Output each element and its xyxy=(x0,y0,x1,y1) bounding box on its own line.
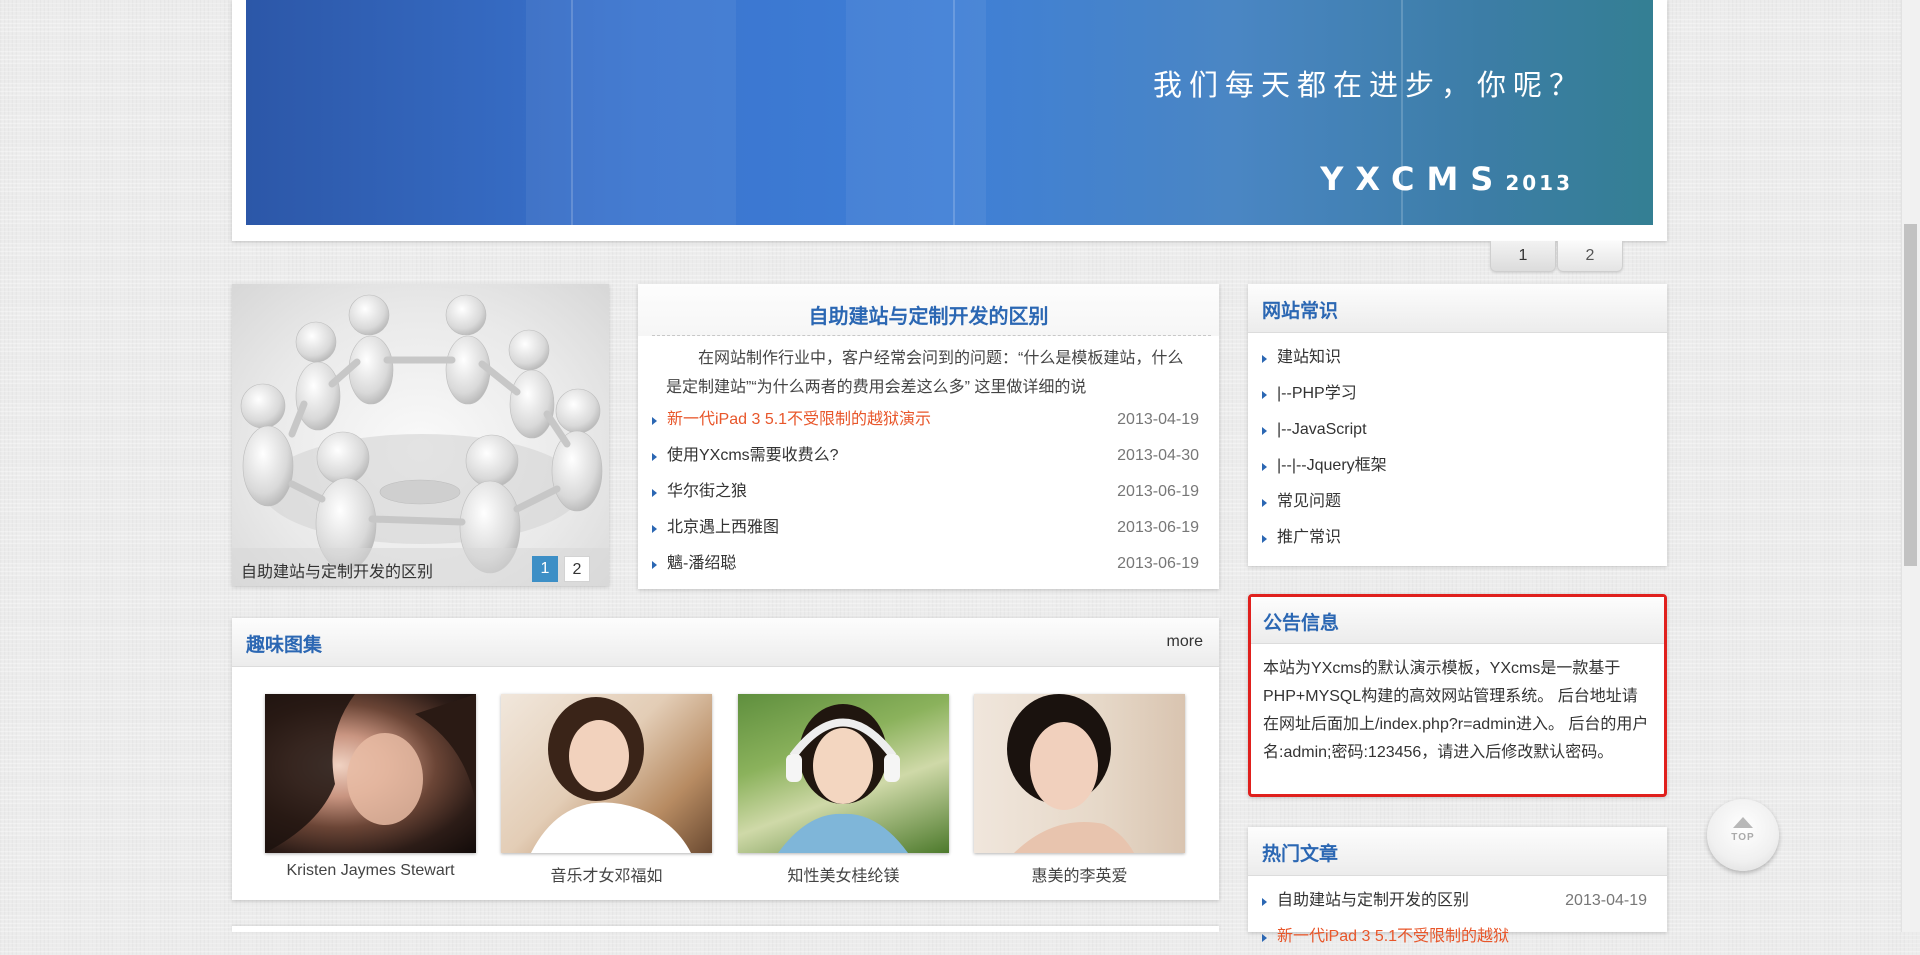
gallery-title: 趣味图集 xyxy=(246,635,323,656)
arrow-up-icon xyxy=(1733,817,1753,828)
banner-light-line xyxy=(571,0,573,225)
news-item-date: 2013-06-19 xyxy=(1117,555,1199,572)
scrollbar-thumb[interactable] xyxy=(1904,224,1917,566)
back-to-top-label: TOP xyxy=(1731,832,1755,843)
banner-brand: YXCMS2013 xyxy=(1320,160,1573,198)
bullet-arrow-icon xyxy=(1262,391,1267,399)
feature-caption-bar: 自助建站与定制开发的区别 1 2 xyxy=(232,548,609,586)
news-item-title[interactable]: 魑-潘绍聪 xyxy=(667,546,736,582)
bullet-arrow-icon xyxy=(652,525,657,533)
category-label[interactable]: 推广常识 xyxy=(1277,520,1341,556)
news-item-date: 2013-06-19 xyxy=(1117,483,1199,500)
banner-light-band xyxy=(846,0,986,225)
category-item[interactable]: |--JavaScript xyxy=(1262,412,1653,448)
category-item[interactable]: 推广常识 xyxy=(1262,520,1653,556)
bullet-arrow-icon xyxy=(652,453,657,461)
gallery-card: 趣味图集 more Kristen Jaymes Stewart 音乐才女邓福如… xyxy=(232,618,1219,900)
news-item-title[interactable]: 北京遇上西雅图 xyxy=(667,510,779,546)
news-item-title[interactable]: 使用YXcms需要收费么? xyxy=(667,438,839,474)
hot-article-item[interactable]: 自助建站与定制开发的区别 2013-04-19 xyxy=(1262,883,1647,919)
category-item[interactable]: 建站知识 xyxy=(1262,340,1653,376)
feature-page-1[interactable]: 1 xyxy=(532,556,558,582)
gallery-caption[interactable]: Kristen Jaymes Stewart xyxy=(265,862,476,880)
portrait-photo-4 xyxy=(1007,694,1134,853)
news-list-item[interactable]: 使用YXcms需要收费么? 2013-04-30 xyxy=(652,438,1199,474)
bullet-arrow-icon xyxy=(1262,463,1267,471)
banner-slide-tab-2[interactable]: 2 xyxy=(1557,241,1623,272)
bullet-arrow-icon xyxy=(1262,934,1267,942)
back-to-top-button[interactable]: TOP xyxy=(1707,799,1779,871)
category-label[interactable]: 常见问题 xyxy=(1277,484,1341,520)
banner-slogan: 我们每天都在进步，你呢？ xyxy=(1152,68,1585,102)
headline-news-card: 自助建站与定制开发的区别 在网站制作行业中，客户经常会问到的问题：“什么是模板建… xyxy=(638,284,1219,589)
notice-title: 公告信息 xyxy=(1263,613,1340,634)
gallery-photo[interactable] xyxy=(974,694,1185,853)
hot-articles-header: 热门文章 xyxy=(1248,827,1667,876)
news-list-item[interactable]: 华尔街之狼 2013-06-19 xyxy=(652,474,1199,510)
gallery-header: 趣味图集 more xyxy=(232,618,1219,667)
bullet-arrow-icon xyxy=(1262,898,1267,906)
bullet-arrow-icon xyxy=(652,561,657,569)
categories-title: 网站常识 xyxy=(1262,301,1339,322)
banner-light-line xyxy=(953,0,955,225)
categories-header: 网站常识 xyxy=(1248,284,1667,333)
bullet-arrow-icon xyxy=(1262,499,1267,507)
banner-light-band xyxy=(526,0,736,225)
category-item[interactable]: |--|--Jquery框架 xyxy=(1262,448,1653,484)
feature-page-2[interactable]: 2 xyxy=(564,556,590,582)
next-section-edge xyxy=(232,926,1219,932)
news-divider xyxy=(652,335,1211,336)
bullet-arrow-icon xyxy=(1262,355,1267,363)
hot-article-date: 2013-04-19 xyxy=(1565,892,1647,909)
notice-card: 公告信息 本站为YXcms的默认演示模板，YXcms是一款基于PHP+MYSQL… xyxy=(1248,594,1667,797)
news-item-date: 2013-04-30 xyxy=(1117,447,1199,464)
news-intro: 在网站制作行业中，客户经常会问到的问题：“什么是模板建站，什么是定制建站”“为什… xyxy=(666,350,1184,396)
category-label[interactable]: 建站知识 xyxy=(1277,340,1341,376)
gallery-photo[interactable] xyxy=(265,694,476,853)
news-item-title[interactable]: 新一代iPad 3 5.1不受限制的越狱演示 xyxy=(667,402,931,438)
category-label[interactable]: |--PHP学习 xyxy=(1277,376,1357,412)
category-item[interactable]: |--PHP学习 xyxy=(1262,376,1653,412)
people-circle-image xyxy=(240,294,603,574)
banner-brand-year: 2013 xyxy=(1505,171,1573,195)
bullet-arrow-icon xyxy=(652,417,657,425)
banner-slideshow[interactable]: 我们每天都在进步，你呢？ YXCMS2013 xyxy=(246,0,1653,225)
gallery-photo[interactable] xyxy=(501,694,712,853)
portrait-photo-3 xyxy=(778,704,908,853)
category-item[interactable]: 常见问题 xyxy=(1262,484,1653,520)
bullet-arrow-icon xyxy=(652,489,657,497)
news-item-date: 2013-06-19 xyxy=(1117,519,1199,536)
bullet-arrow-icon xyxy=(1262,427,1267,435)
hot-article-item[interactable]: 新一代iPad 3 5.1不受限制的越狱 xyxy=(1262,919,1647,955)
portrait-photo-1 xyxy=(265,694,476,853)
portrait-photo-2 xyxy=(531,697,691,853)
gallery-caption[interactable]: 音乐才女邓福如 xyxy=(501,862,712,886)
bullet-arrow-icon xyxy=(1262,535,1267,543)
hot-articles-card: 热门文章 自助建站与定制开发的区别 2013-04-19 新一代iPad 3 5… xyxy=(1248,827,1667,945)
hot-article-title[interactable]: 新一代iPad 3 5.1不受限制的越狱 xyxy=(1277,919,1509,955)
news-list-item[interactable]: 北京遇上西雅图 2013-06-19 xyxy=(652,510,1199,546)
categories-card: 网站常识 建站知识 |--PHP学习 |--JavaScript |--|--J… xyxy=(1248,284,1667,566)
hot-article-title[interactable]: 自助建站与定制开发的区别 xyxy=(1277,883,1469,919)
gallery-photo[interactable] xyxy=(738,694,949,853)
gallery-more-link[interactable]: more xyxy=(1167,633,1203,651)
notice-body: 本站为YXcms的默认演示模板，YXcms是一款基于PHP+MYSQL构建的高效… xyxy=(1263,660,1649,761)
gallery-caption[interactable]: 知性美女桂纶镁 xyxy=(738,862,949,886)
banner-slide-tab-1[interactable]: 1 xyxy=(1490,241,1556,272)
banner-brand-name: YXCMS xyxy=(1320,160,1506,198)
news-item-title[interactable]: 华尔街之狼 xyxy=(667,474,747,510)
news-list-item[interactable]: 新一代iPad 3 5.1不受限制的越狱演示 2013-04-19 xyxy=(652,402,1199,438)
news-item-date: 2013-04-19 xyxy=(1117,411,1199,428)
news-headline-title[interactable]: 自助建站与定制开发的区别 xyxy=(638,300,1219,329)
category-label[interactable]: |--JavaScript xyxy=(1277,412,1367,448)
notice-header: 公告信息 xyxy=(1251,597,1664,644)
feature-caption[interactable]: 自助建站与定制开发的区别 xyxy=(241,558,433,582)
news-list-item[interactable]: 魑-潘绍聪 2013-06-19 xyxy=(652,546,1199,582)
feature-slideshow[interactable]: 自助建站与定制开发的区别 1 2 xyxy=(232,284,609,586)
gallery-caption[interactable]: 惠美的李英爱 xyxy=(974,862,1185,886)
hot-articles-title: 热门文章 xyxy=(1262,844,1339,865)
category-label[interactable]: |--|--Jquery框架 xyxy=(1277,448,1387,484)
